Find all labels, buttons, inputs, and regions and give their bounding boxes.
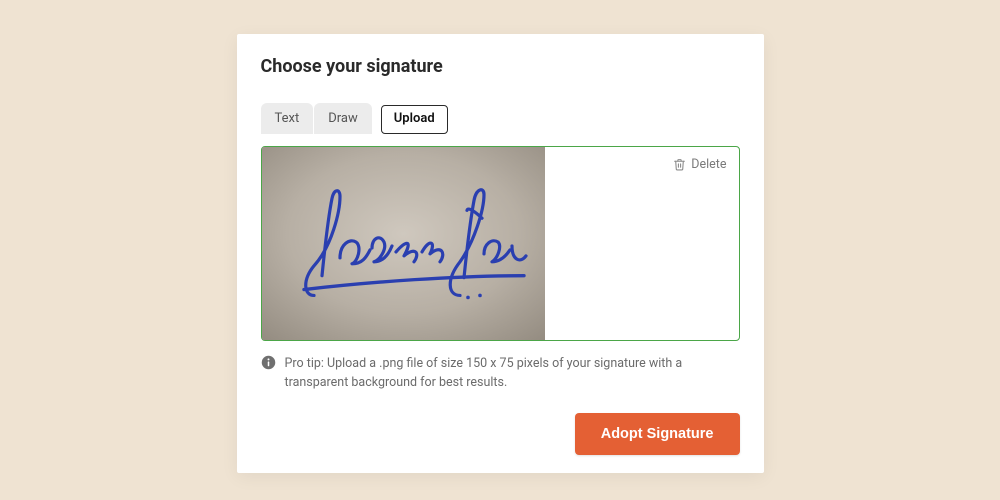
delete-label: Delete — [691, 157, 726, 172]
signature-modal: Choose your signature Text Draw Upload — [237, 34, 764, 473]
adopt-signature-button[interactable]: Adopt Signature — [575, 413, 740, 455]
tab-text[interactable]: Text — [261, 103, 314, 134]
trash-icon — [673, 158, 686, 171]
modal-title: Choose your signature — [261, 56, 740, 77]
upload-panel: Delete — [261, 146, 740, 341]
tip-row: Pro tip: Upload a .png file of size 150 … — [261, 354, 740, 393]
uploaded-signature-image — [262, 147, 545, 340]
tab-upload[interactable]: Upload — [381, 105, 448, 134]
tip-text: Pro tip: Upload a .png file of size 150 … — [285, 354, 740, 393]
tab-draw[interactable]: Draw — [314, 103, 372, 134]
delete-button[interactable]: Delete — [673, 157, 726, 172]
info-icon — [261, 355, 276, 370]
modal-footer: Adopt Signature — [261, 413, 740, 455]
tabs: Text Draw Upload — [261, 103, 740, 134]
signature-preview — [262, 147, 545, 340]
